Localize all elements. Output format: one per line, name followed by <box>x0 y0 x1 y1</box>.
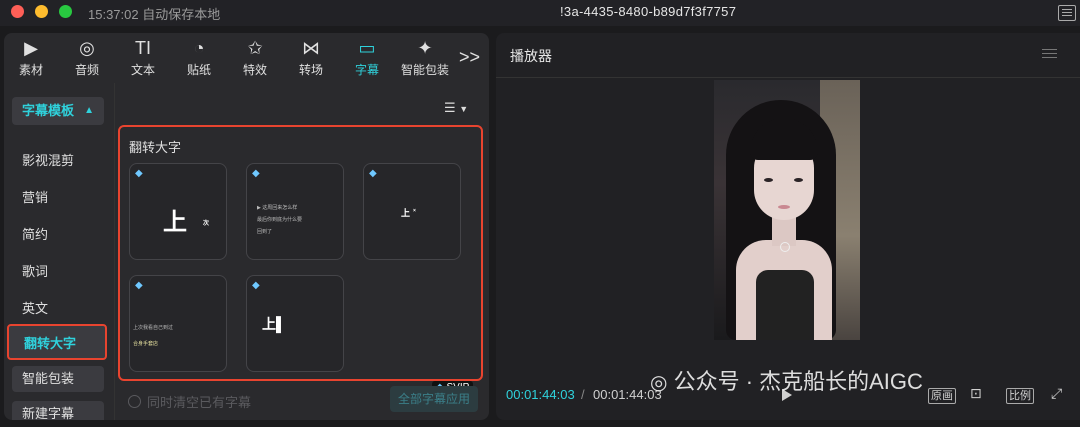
resource-toolbar: ▶ 素材 ◎ 音频 TI 文本 ◔ 贴纸 ✩ 特效 ⋈ 转场 ▭ 字幕 ✦ 智能 <box>4 33 489 83</box>
category-header-subtitle-templates[interactable]: 字幕模板 ▲ <box>12 97 104 125</box>
sidebar-item-selected[interactable]: 翻转大字 <box>7 324 107 360</box>
vip-diamond-icon: ◆ <box>252 168 260 179</box>
aspect-ratio-button[interactable]: 比例 <box>1006 388 1034 404</box>
resource-panel: ▶ 素材 ◎ 音频 TI 文本 ◔ 贴纸 ✩ 特效 ⋈ 转场 ▭ 字幕 ✦ 智能 <box>4 33 489 420</box>
tab-label: 特效 <box>242 63 267 77</box>
vip-diamond-icon: ◆ <box>135 280 143 291</box>
player-panel: 播放器 00:01:44:03 / 00:01:44:03 原画 ⊡ 比例 ⤢ <box>496 33 1080 420</box>
more-tabs-button[interactable]: >> <box>459 47 480 68</box>
tab-audio[interactable]: ◎ 音频 <box>63 37 111 78</box>
card-preview-line: 上次我看自己到过 <box>133 325 174 331</box>
video-subject <box>778 205 790 209</box>
text-icon: TI <box>135 38 151 58</box>
tab-label: 字幕 <box>354 63 379 77</box>
category-header-label: 字幕模板 <box>22 103 75 118</box>
layout-menu-icon[interactable] <box>1058 5 1076 21</box>
sidebar-item[interactable]: 营销 <box>22 187 48 206</box>
fullscreen-icon[interactable]: ⤢ <box>1051 385 1062 402</box>
filter-button[interactable]: ☰ ▼ <box>444 100 468 116</box>
tab-transition[interactable]: ⋈ 转场 <box>287 37 335 78</box>
original-quality-button[interactable]: 原画 <box>928 388 956 404</box>
transition-icon: ⋈ <box>302 38 320 58</box>
template-grid: 翻转大字 ◆ 上 次 ◆ ▶ 这周回来怎么样 最后你到底为什么要 回到了 ◆ 上… <box>118 125 483 381</box>
sidebar-item[interactable]: 智能包装 <box>12 366 104 392</box>
effects-icon: ✩ <box>247 38 263 58</box>
sidebar-item[interactable]: 简约 <box>22 224 48 243</box>
tab-media[interactable]: ▶ 素材 <box>7 37 55 78</box>
tab-label: 文本 <box>130 63 155 77</box>
player-menu-icon[interactable] <box>1042 49 1057 50</box>
tab-label: 转场 <box>298 63 323 77</box>
wechat-logo-icon: ◎ <box>650 372 668 394</box>
tab-label: 素材 <box>18 63 43 77</box>
sidebar-item[interactable]: 影视混剪 <box>22 150 74 169</box>
card-preview-line: 最后你到底为什么要 <box>257 217 303 223</box>
filter-icon: ☰ <box>444 100 456 115</box>
clear-existing-subtitles-option[interactable]: 同时清空已有字幕 <box>128 392 251 411</box>
tab-smart-package[interactable]: ✦ 智能包装 <box>399 37 451 78</box>
audio-icon: ◎ <box>79 38 95 58</box>
crop-icon[interactable]: ⊡ <box>970 385 982 402</box>
chevron-up-icon: ▲ <box>84 105 94 116</box>
card-preview-line: 合身手套店 <box>133 341 159 347</box>
template-card[interactable]: ◆ 上 × <box>363 163 461 260</box>
tab-label: 贴纸 <box>186 63 211 77</box>
sidebar-item[interactable]: 歌词 <box>22 261 48 280</box>
card-preview-text: × <box>413 208 416 214</box>
card-preview-line: ▶ 这周回来怎么样 <box>257 205 298 211</box>
subtitle-category-sidebar: 字幕模板 ▲ 影视混剪 营销 简约 歌词 英文 翻转大字 智能包装 新建字幕 <box>4 83 115 420</box>
media-icon: ▶ <box>24 38 38 58</box>
sidebar-item[interactable]: 新建字幕 <box>12 401 104 420</box>
smart-package-icon: ✦ <box>417 38 433 58</box>
tab-label: 音频 <box>74 63 99 77</box>
template-card[interactable]: ◆ ▶ 这周回来怎么样 最后你到底为什么要 回到了 <box>246 163 344 260</box>
video-preview[interactable] <box>714 80 860 340</box>
watermark-text: 公众号 · 杰克船长的AIGC <box>673 369 923 394</box>
tab-sticker[interactable]: ◔ 贴纸 <box>175 37 223 78</box>
sticker-icon: ◔ <box>193 38 205 58</box>
document-title: !3a-4435-8480-b89d7f3f7757 <box>560 4 737 19</box>
tab-effects[interactable]: ✩ 特效 <box>231 37 279 78</box>
minimize-window-button[interactable] <box>35 5 48 18</box>
close-window-button[interactable] <box>11 5 24 18</box>
card-preview-text: 上 <box>163 209 187 236</box>
template-card[interactable]: ◆ 上次我看自己到过 合身手套店 <box>129 275 227 372</box>
section-title: 翻转大字 <box>129 140 182 155</box>
vip-diamond-icon: ◆ <box>252 280 260 291</box>
clear-option-label: 同时清空已有字幕 <box>147 395 252 410</box>
apply-all-button[interactable]: 全部字幕应用 <box>390 386 478 412</box>
vip-diamond-icon: ◆ <box>135 168 143 179</box>
template-card[interactable]: ◆ 上 次 <box>129 163 227 260</box>
current-timecode: 00:01:44:03 <box>506 387 575 402</box>
maximize-window-button[interactable] <box>59 5 72 18</box>
card-preview-text: 上▌ <box>262 316 286 332</box>
chevron-down-icon: ▼ <box>459 104 469 114</box>
radio-icon <box>128 395 141 408</box>
tab-label: 智能包装 <box>400 63 449 77</box>
tab-text[interactable]: TI 文本 <box>119 37 167 78</box>
tab-subtitle[interactable]: ▭ 字幕 <box>343 37 391 78</box>
card-preview-text: 次 <box>203 221 210 227</box>
player-title: 播放器 <box>510 48 552 64</box>
card-preview-line: 回到了 <box>257 229 273 235</box>
divider <box>496 77 1080 78</box>
video-subject <box>756 270 814 340</box>
video-subject <box>780 242 790 252</box>
sidebar-item[interactable]: 英文 <box>22 298 48 317</box>
title-bar: 15:37:02 自动保存本地 !3a-4435-8480-b89d7f3f77… <box>0 0 1080 26</box>
video-subject <box>794 178 803 182</box>
autosave-status: 15:37:02 自动保存本地 <box>88 7 221 22</box>
subtitle-icon: ▭ <box>358 38 376 58</box>
video-subject <box>764 178 773 182</box>
watermark: ◎ 公众号 · 杰克船长的AIGC <box>650 364 923 396</box>
template-card[interactable]: ◆ 上▌ <box>246 275 344 372</box>
vip-diamond-icon: ◆ <box>369 168 377 179</box>
timecode-separator: / <box>581 387 585 402</box>
card-preview-text: 上 <box>401 208 411 218</box>
